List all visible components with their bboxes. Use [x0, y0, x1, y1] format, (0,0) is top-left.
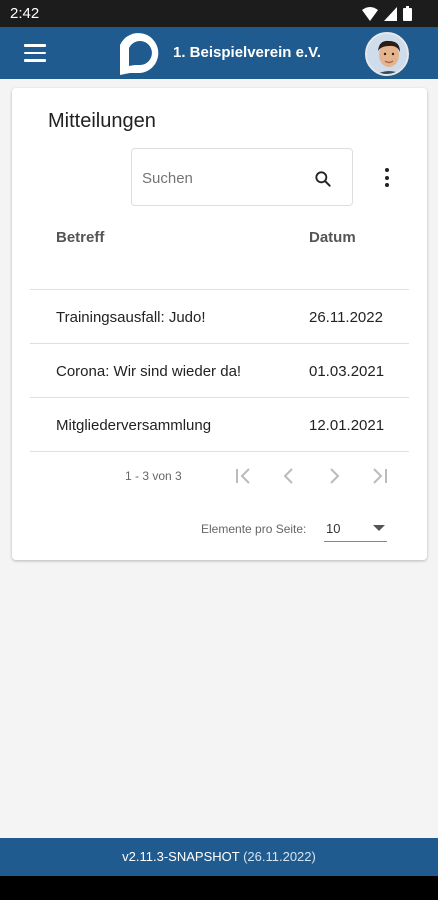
- wifi-icon: [362, 6, 378, 21]
- status-bar: 2:42: [0, 0, 438, 27]
- page-title: Mitteilungen: [48, 110, 156, 132]
- app-title: 1. Beispielverein e.V.: [173, 44, 321, 61]
- system-nav-bar: [0, 876, 438, 900]
- status-time: 2:42: [10, 5, 40, 22]
- chevron-down-icon: [373, 525, 385, 531]
- items-per-page-label: Elemente pro Seite:: [201, 522, 307, 536]
- signal-icon: [384, 6, 397, 21]
- status-icons: [362, 6, 412, 21]
- version-footer: v2.11.3-SNAPSHOT (26.11.2022): [0, 838, 438, 876]
- row-date: 12.01.2021: [309, 417, 385, 434]
- menu-icon[interactable]: [24, 44, 46, 62]
- table-row[interactable]: Corona: Wir sind wieder da! 01.03.2021: [30, 344, 409, 398]
- battery-icon: [403, 6, 412, 21]
- column-header-date[interactable]: Datum: [309, 229, 356, 246]
- search-input[interactable]: [142, 167, 302, 189]
- user-avatar[interactable]: [365, 32, 409, 76]
- previous-page-icon[interactable]: [277, 464, 301, 488]
- row-date: 26.11.2022: [309, 309, 383, 326]
- app-bar: 1. Beispielverein e.V.: [0, 27, 438, 79]
- version-label: v2.11.3-SNAPSHOT: [122, 849, 240, 864]
- row-subject: Corona: Wir sind wieder da!: [56, 363, 242, 380]
- table-row[interactable]: Trainingsausfall: Judo! 26.11.2022: [30, 290, 409, 344]
- items-per-page-value: 10: [326, 521, 341, 536]
- more-options-icon[interactable]: [378, 168, 396, 192]
- messages-card: Mitteilungen Betreff Datum Trainingsausf…: [12, 88, 427, 560]
- search-box: [131, 148, 353, 206]
- avatar-face-icon: [367, 34, 407, 74]
- first-page-icon[interactable]: [232, 464, 256, 488]
- club-logo-icon: [120, 33, 159, 75]
- next-page-icon[interactable]: [322, 464, 346, 488]
- items-per-page-select[interactable]: 10: [324, 516, 387, 542]
- last-page-icon[interactable]: [367, 464, 391, 488]
- row-subject: Trainingsausfall: Judo!: [56, 309, 206, 326]
- row-subject: Mitgliederversammlung: [56, 417, 212, 434]
- table-row[interactable]: Mitgliederversammlung 12.01.2021: [30, 398, 409, 452]
- row-date: 01.03.2021: [309, 363, 385, 380]
- pagination-range: 1 - 3 von 3: [125, 469, 182, 483]
- column-header-subject[interactable]: Betreff: [56, 229, 104, 246]
- version-date: (26.11.2022): [243, 849, 316, 864]
- search-icon[interactable]: [313, 169, 333, 189]
